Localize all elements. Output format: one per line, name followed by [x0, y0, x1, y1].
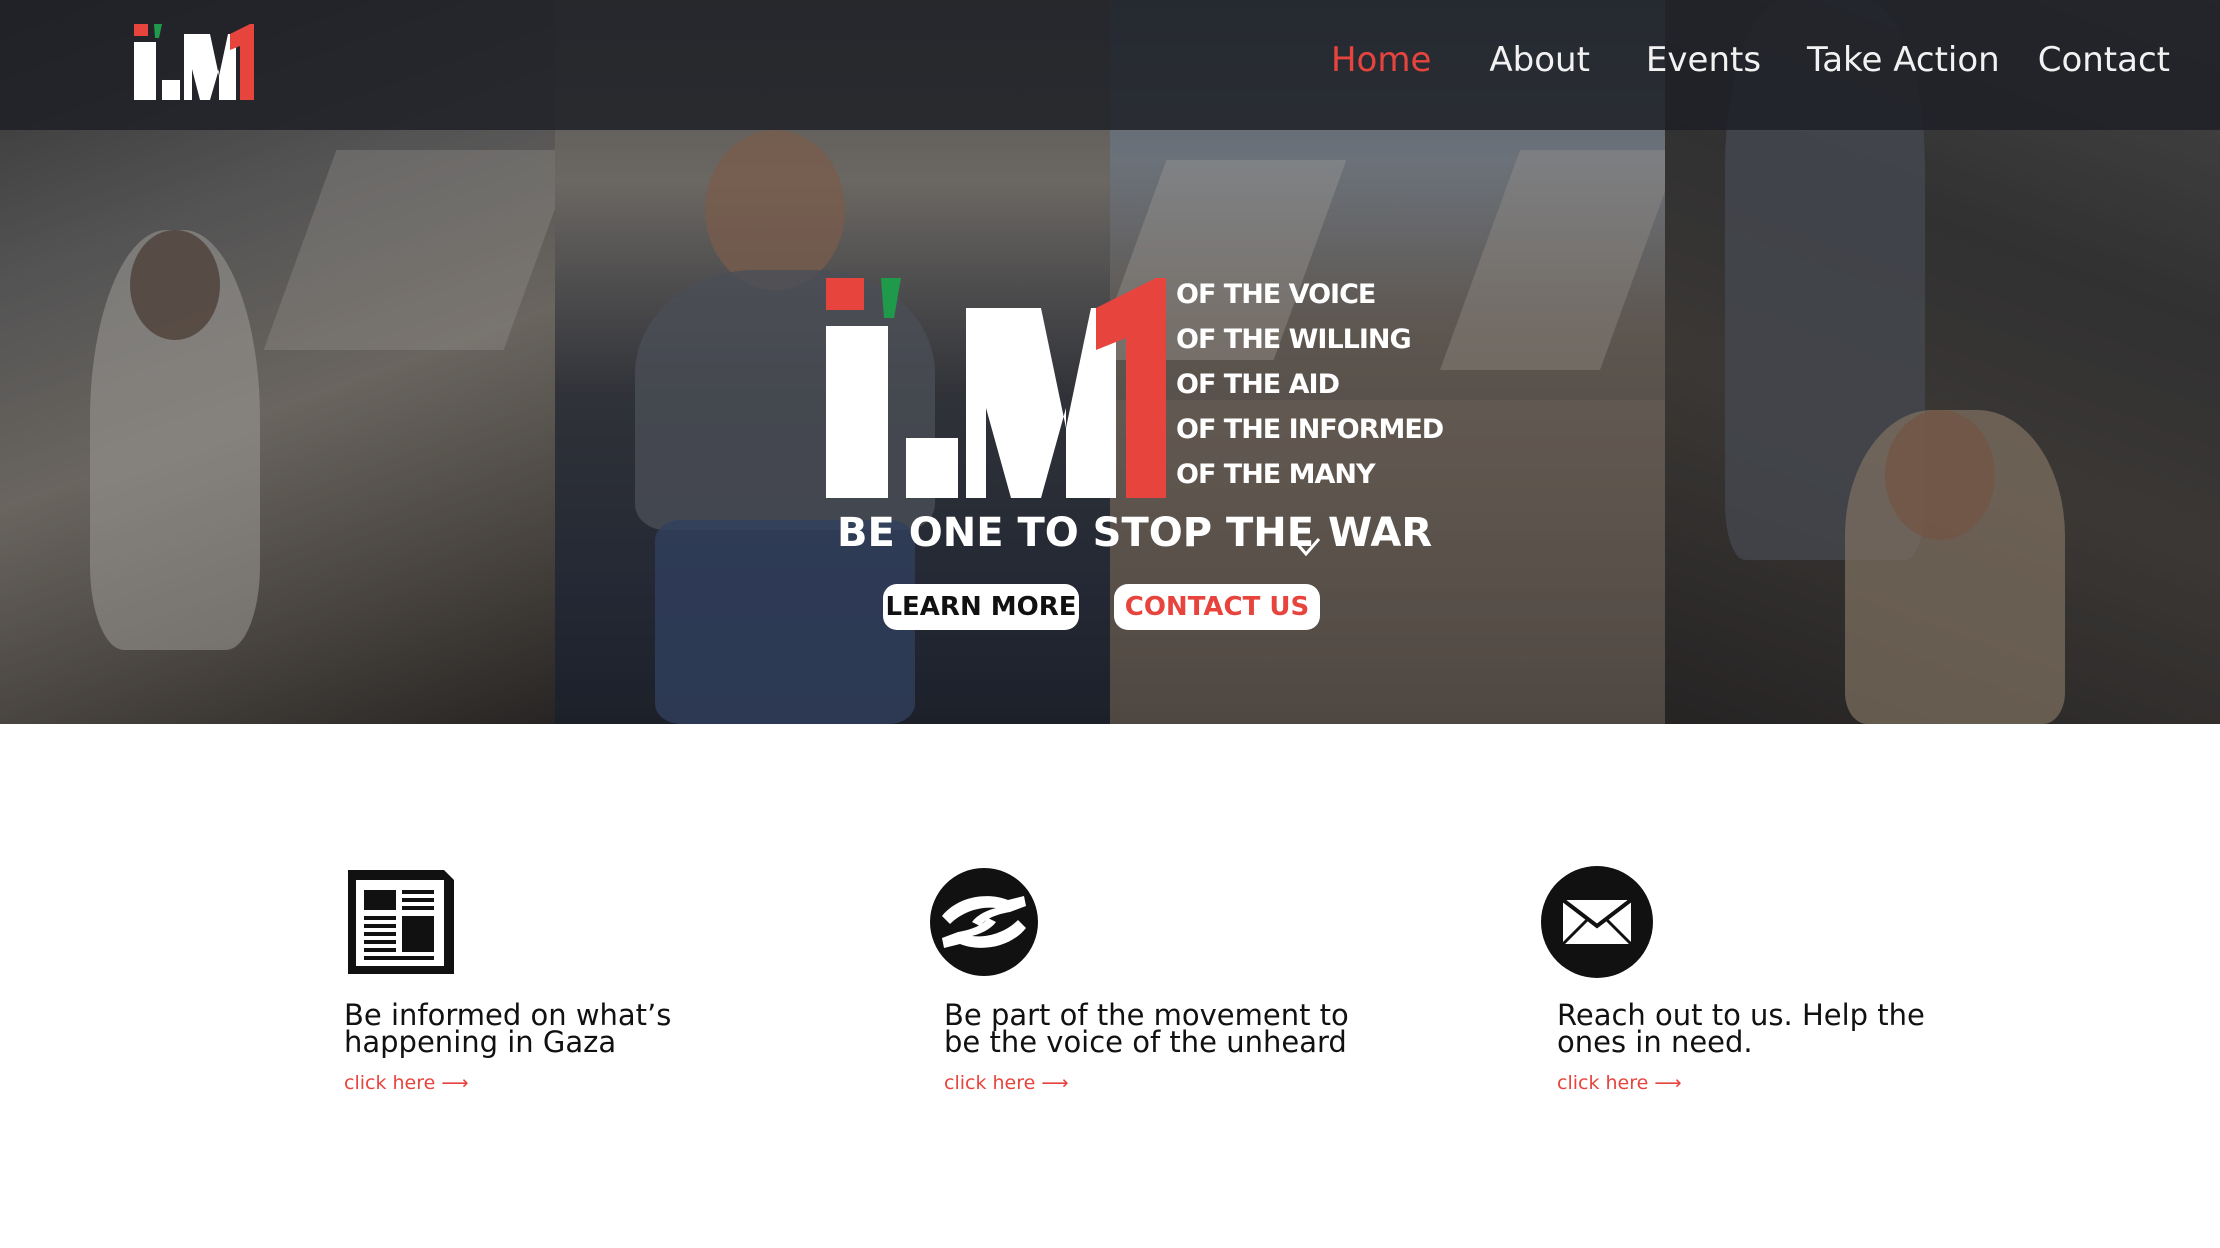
- chevron-down-icon[interactable]: [1290, 536, 1322, 558]
- click-here-link[interactable]: click here ⟶: [1557, 1072, 1682, 1094]
- tagline-line: OF THE AID: [1176, 369, 1340, 400]
- hero-logo: [826, 278, 1166, 498]
- feature-text-line: happening in Gaza: [344, 1025, 617, 1059]
- click-here-link[interactable]: click here ⟶: [944, 1072, 1069, 1094]
- learn-more-button[interactable]: LEARN MORE: [883, 584, 1079, 630]
- hero-tagline: OF THE VOICE OF THE WILLING OF THE AID O…: [1176, 278, 1444, 503]
- top-nav: Home About Events Take Action Contact: [0, 0, 2220, 130]
- site-logo[interactable]: [134, 24, 254, 100]
- feature-text: Be part of the movement to be the voice …: [944, 1001, 1384, 1059]
- feature-text: Reach out to us. Help the ones in need.: [1557, 1001, 1997, 1059]
- hero-headline: BE ONE TO STOP THE WAR: [837, 510, 1433, 556]
- contact-us-button[interactable]: CONTACT US: [1114, 584, 1320, 630]
- nav-contact[interactable]: Contact: [2038, 40, 2170, 80]
- envelope-icon: [1541, 866, 1653, 978]
- tagline-line: OF THE WILLING: [1176, 324, 1412, 355]
- tagline-line: OF THE VOICE: [1176, 279, 1376, 310]
- main-menu: Home About Events Take Action Contact: [1331, 40, 2170, 80]
- tagline-line: OF THE INFORMED: [1176, 414, 1444, 445]
- feature-text: Be informed on what’s happening in Gaza: [344, 1001, 784, 1059]
- nav-about[interactable]: About: [1489, 40, 1590, 80]
- newspaper-icon: [348, 870, 454, 974]
- nav-home[interactable]: Home: [1331, 40, 1431, 80]
- feature-text-line: be the voice of the unheard: [944, 1025, 1347, 1059]
- nav-take-action[interactable]: Take Action: [1807, 40, 2000, 80]
- click-here-link[interactable]: click here ⟶: [344, 1072, 469, 1094]
- nav-events[interactable]: Events: [1646, 40, 1761, 80]
- tagline-line: OF THE MANY: [1176, 459, 1376, 490]
- feature-text-line: ones in need.: [1557, 1025, 1753, 1059]
- helping-hands-icon: [930, 868, 1038, 976]
